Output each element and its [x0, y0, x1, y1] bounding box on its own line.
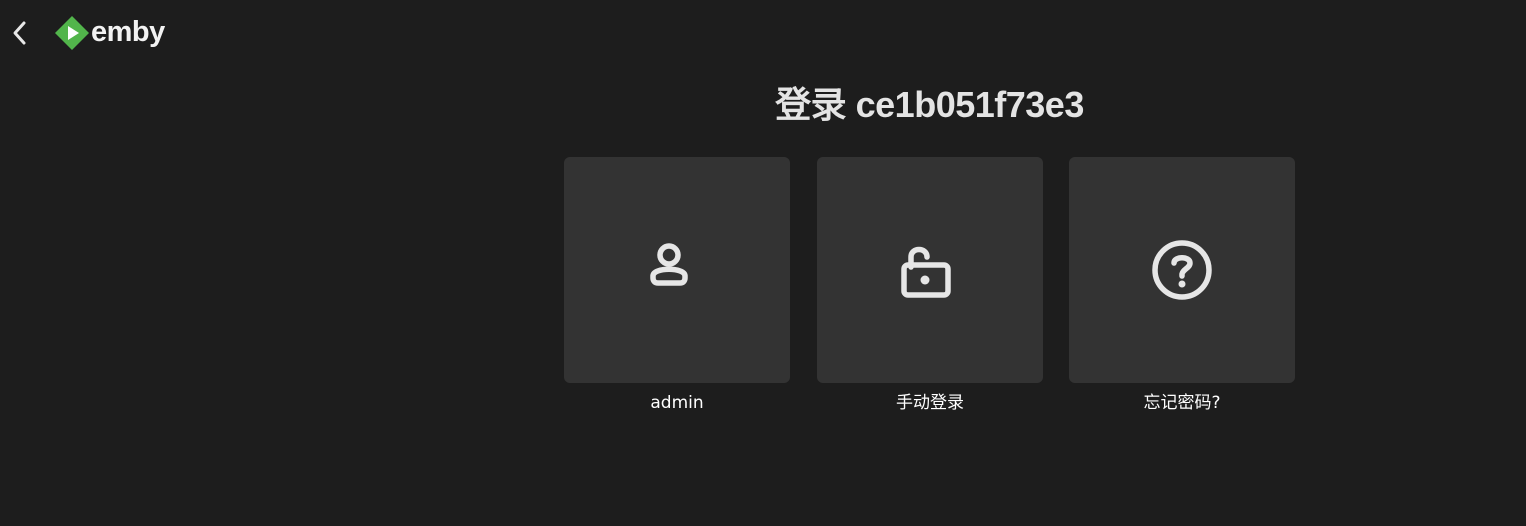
- user-icon: [650, 243, 688, 286]
- card-label: 忘记密码?: [1143, 393, 1221, 413]
- page-title: 登录 ce1b051f73e3: [775, 84, 1084, 125]
- emby-logo-icon: [55, 16, 89, 50]
- back-button[interactable]: [4, 17, 36, 49]
- card-tile[interactable]: [817, 157, 1043, 383]
- manual-login-card[interactable]: 手动登录: [817, 157, 1043, 415]
- header: emby: [0, 0, 1526, 66]
- help-circle-icon: [1152, 240, 1212, 300]
- card-label: admin: [650, 393, 704, 413]
- card-label: 手动登录: [896, 393, 964, 413]
- card-tile[interactable]: [564, 157, 790, 383]
- emby-logo[interactable]: emby: [54, 15, 165, 51]
- chevron-left-icon: [13, 21, 26, 45]
- unlock-icon: [901, 246, 951, 298]
- user-card-admin[interactable]: admin: [564, 157, 790, 415]
- forgot-password-card[interactable]: 忘记密码?: [1069, 157, 1295, 415]
- logo-text: emby: [91, 15, 165, 48]
- login-options: admin 手动登录 忘记密码?: [564, 157, 1296, 417]
- card-tile[interactable]: [1069, 157, 1295, 383]
